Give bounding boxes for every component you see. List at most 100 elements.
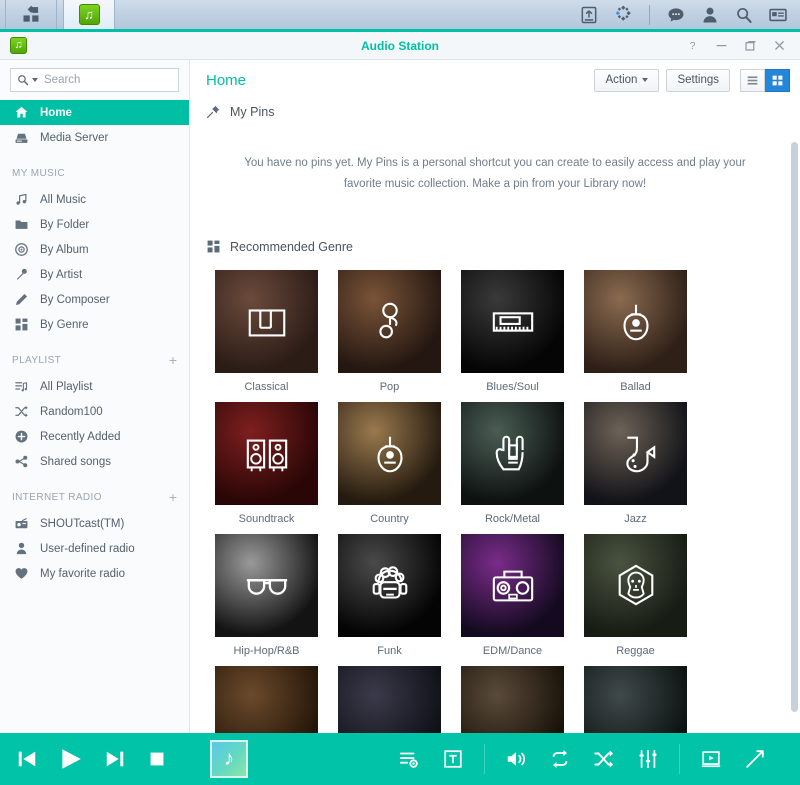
genre-tile[interactable]: Blues/Soul — [461, 270, 564, 393]
sidebar-item-all-playlist[interactable]: All Playlist — [0, 374, 189, 399]
search-input[interactable] — [44, 74, 198, 86]
user-icon[interactable] — [700, 5, 720, 25]
sidebar-item-all-music[interactable]: All Music — [0, 187, 189, 212]
content-scroll-area[interactable]: My Pins You have no pins yet. My Pins is… — [190, 100, 800, 733]
volume-icon[interactable] — [505, 748, 527, 770]
genre-tile[interactable]: Jazz — [584, 402, 687, 525]
genre-thumbnail[interactable] — [584, 534, 687, 637]
grid-icon — [207, 240, 220, 253]
playlist-icon[interactable] — [398, 748, 420, 770]
sidebar-item-by-genre[interactable]: By Genre — [0, 312, 189, 337]
genre-thumbnail[interactable] — [338, 534, 441, 637]
sidebar-item-shared-songs[interactable]: Shared songs — [0, 449, 189, 474]
genre-tile[interactable] — [338, 666, 441, 733]
genre-tile[interactable] — [461, 666, 564, 733]
genre-tile[interactable] — [584, 666, 687, 733]
album-art[interactable]: ♪ — [210, 740, 248, 778]
maximize-button[interactable] — [744, 39, 757, 52]
genre-photo — [338, 666, 441, 733]
next-track-button[interactable] — [104, 748, 126, 770]
genre-thumbnail[interactable] — [584, 666, 687, 733]
play-button[interactable] — [58, 746, 84, 772]
search-icon[interactable] — [734, 5, 754, 25]
genre-thumbnail[interactable] — [584, 402, 687, 505]
genre-thumbnail[interactable] — [461, 666, 564, 733]
sidebar-item-shoutcast[interactable]: SHOUTcast(TM) — [0, 511, 189, 536]
genre-thumbnail[interactable] — [461, 402, 564, 505]
genre-thumbnail[interactable] — [215, 666, 318, 733]
list-view-button[interactable] — [740, 68, 765, 92]
genre-tile[interactable]: Reggae — [584, 534, 687, 657]
repeat-icon[interactable] — [549, 748, 571, 770]
genre-photo — [584, 666, 687, 733]
sidebar-item-my-favorite-radio[interactable]: My favorite radio — [0, 561, 189, 586]
sidebar-item-by-folder[interactable]: By Folder — [0, 212, 189, 237]
genre-tile[interactable]: Classical — [215, 270, 318, 393]
heart-icon — [15, 568, 28, 579]
genre-thumbnail[interactable] — [215, 402, 318, 505]
genre-tile[interactable]: Soundtrack — [215, 402, 318, 525]
shuffle-icon[interactable] — [593, 748, 615, 770]
genre-label: Classical — [244, 381, 289, 393]
search-box[interactable] — [10, 68, 198, 92]
group-title: PLAYLIST — [12, 354, 62, 366]
collapse-icon[interactable] — [744, 748, 766, 770]
resource-monitor-icon[interactable] — [613, 5, 633, 25]
group-title: INTERNET RADIO — [12, 491, 102, 503]
genre-thumbnail[interactable] — [461, 534, 564, 637]
genre-tile[interactable]: Rock/Metal — [461, 402, 564, 525]
genre-label: Hip-Hop/R&B — [233, 645, 300, 657]
scrollbar-thumb[interactable] — [791, 142, 798, 712]
close-button[interactable] — [773, 39, 786, 52]
genre-thumbnail[interactable] — [215, 270, 318, 373]
add-radio-button[interactable]: + — [169, 490, 177, 504]
vertical-scrollbar[interactable] — [791, 142, 798, 729]
sidebar-item-by-album[interactable]: By Album — [0, 237, 189, 262]
search-icon — [18, 75, 29, 86]
speakers-icon — [246, 439, 287, 471]
genre-tile[interactable]: Country — [338, 402, 441, 525]
genre-thumbnail[interactable] — [338, 666, 441, 733]
sidebar-item-recently-added[interactable]: Recently Added — [0, 424, 189, 449]
equalizer-icon[interactable] — [637, 748, 659, 770]
settings-button[interactable]: Settings — [666, 68, 730, 92]
add-playlist-button[interactable]: + — [169, 353, 177, 367]
grid-view-button[interactable] — [765, 68, 790, 92]
sidebar-item-label: All Music — [40, 193, 87, 206]
notifications-icon[interactable] — [666, 5, 686, 25]
sidebar-item-by-composer[interactable]: By Composer — [0, 287, 189, 312]
sidebar-item-label: All Playlist — [40, 380, 93, 393]
action-button[interactable]: Action — [594, 68, 660, 92]
upload-icon[interactable] — [579, 5, 599, 25]
genre-tile[interactable]: Funk — [338, 534, 441, 657]
sidebar-item-random100[interactable]: Random100 — [0, 399, 189, 424]
genre-photo — [215, 666, 318, 733]
help-button[interactable]: ? — [686, 39, 699, 52]
audio-station-window: ♫ Audio Station ? Search Home Media Serv… — [0, 32, 800, 785]
genre-thumbnail[interactable] — [461, 270, 564, 373]
genre-tile[interactable]: Ballad — [584, 270, 687, 393]
sidebar-item-media-server[interactable]: Media Server — [0, 125, 189, 150]
mini-player-icon[interactable] — [700, 748, 722, 770]
widgets-icon[interactable] — [768, 5, 788, 25]
genre-tile[interactable]: EDM/Dance — [461, 534, 564, 657]
genre-tile[interactable]: Pop — [338, 270, 441, 393]
previous-track-button[interactable] — [16, 748, 38, 770]
search-dropdown-caret[interactable] — [32, 78, 38, 82]
sidebar-item-user-defined-radio[interactable]: User-defined radio — [0, 536, 189, 561]
taskbar-audio-station-button[interactable]: ♫ — [63, 0, 115, 29]
lyrics-icon[interactable] — [442, 748, 464, 770]
minimize-button[interactable] — [715, 39, 728, 52]
genre-thumbnail[interactable] — [338, 402, 441, 505]
sidebar-item-by-artist[interactable]: By Artist — [0, 262, 189, 287]
sidebar-item-home[interactable]: Home — [0, 100, 189, 125]
stop-button[interactable] — [146, 748, 168, 770]
genre-thumbnail[interactable] — [584, 270, 687, 373]
genre-tile[interactable]: Hip-Hop/R&B — [215, 534, 318, 657]
sidebar-group-playlist: PLAYLIST + — [0, 346, 189, 374]
genre-thumbnail[interactable] — [215, 534, 318, 637]
lion-icon — [618, 564, 653, 605]
taskbar-main-menu-button[interactable] — [5, 0, 57, 29]
genre-tile[interactable] — [215, 666, 318, 733]
genre-thumbnail[interactable] — [338, 270, 441, 373]
